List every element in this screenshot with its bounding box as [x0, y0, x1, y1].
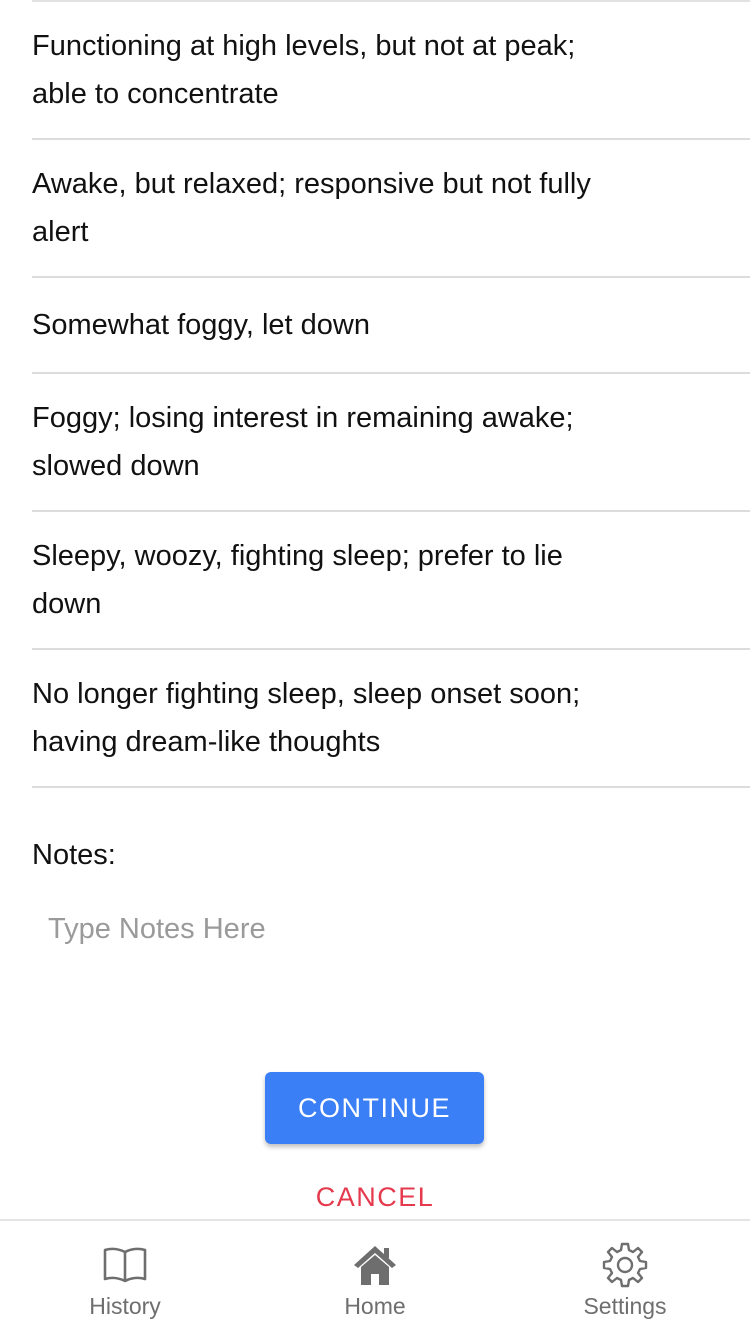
- notes-input[interactable]: [32, 900, 718, 1030]
- option-label: Awake, but relaxed; responsive but not f…: [32, 168, 591, 248]
- sleepiness-option-list: Functioning at high levels, but not at p…: [0, 2, 750, 788]
- book-icon: [103, 1247, 147, 1283]
- option-label: Functioning at high levels, but not at p…: [32, 30, 576, 110]
- option-item-6[interactable]: No longer fighting sleep, sleep onset so…: [32, 650, 750, 788]
- bottom-tab-bar: History Home Settings: [0, 1219, 750, 1334]
- option-label: Somewhat foggy, let down: [32, 309, 370, 341]
- option-label: Sleepy, woozy, fighting sleep; prefer to…: [32, 540, 563, 620]
- option-item-2[interactable]: Awake, but relaxed; responsive but not f…: [32, 140, 750, 278]
- cancel-button[interactable]: CANCEL: [275, 1176, 475, 1218]
- tab-home[interactable]: Home: [250, 1221, 500, 1334]
- tab-home-label: Home: [344, 1293, 406, 1319]
- gear-icon: [602, 1242, 648, 1288]
- notes-label: Notes:: [32, 839, 116, 871]
- tab-settings-label: Settings: [583, 1293, 667, 1319]
- option-label: No longer fighting sleep, sleep onset so…: [32, 678, 581, 758]
- continue-button[interactable]: CONTINUE: [265, 1072, 484, 1144]
- option-item-1[interactable]: Functioning at high levels, but not at p…: [32, 2, 750, 140]
- tab-history-label: History: [89, 1293, 161, 1319]
- option-item-4[interactable]: Foggy; losing interest in remaining awak…: [32, 374, 750, 512]
- tab-history[interactable]: History: [0, 1221, 250, 1334]
- tab-settings[interactable]: Settings: [500, 1221, 750, 1334]
- home-icon: [354, 1246, 396, 1285]
- option-label: Foggy; losing interest in remaining awak…: [32, 402, 574, 482]
- option-item-5[interactable]: Sleepy, woozy, fighting sleep; prefer to…: [32, 512, 750, 650]
- option-item-3[interactable]: Somewhat foggy, let down: [32, 278, 750, 374]
